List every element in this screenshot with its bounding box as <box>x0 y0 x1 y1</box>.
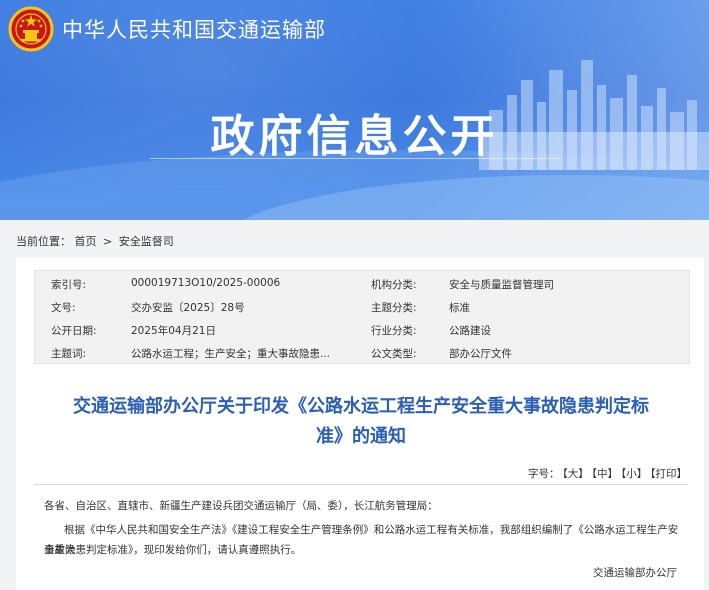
meta-value-keywords: 公路水运工程；生产安全；重大事故隐患... <box>131 348 331 360</box>
breadcrumb-current-link[interactable]: 安全监督司 <box>119 235 174 248</box>
national-emblem-icon <box>8 6 54 52</box>
meta-value-doc-type: 部办公厅文件 <box>449 348 512 360</box>
document-signature: 交通运输部办公厅 <box>593 567 677 579</box>
meta-value-publish-date: 2025年04月21日 <box>131 325 216 337</box>
breadcrumb-prefix: 当前位置： <box>16 235 71 248</box>
title-underline <box>150 158 560 159</box>
meta-value-doc-number: 交办安监〔2025〕28号 <box>131 302 245 314</box>
document-title-line-2: 准》的通知 <box>316 426 406 447</box>
document-addressee: 各省、自治区、直辖市、新疆生产建设兵团交通运输厅（局、委），长江航务管理局： <box>44 500 438 512</box>
meta-label-topic: 主题分类: <box>371 302 417 314</box>
metadata-table: 索引号: 000019713O10/2025-00006 机构分类: 安全与质量… <box>34 270 690 364</box>
header-banner: 中华人民共和国交通运输部 政府信息公开 <box>0 0 709 220</box>
ministry-name[interactable]: 中华人民共和国交通运输部 <box>62 14 326 44</box>
font-small-button[interactable]: 【小】 <box>621 468 647 480</box>
meta-value-topic: 标准 <box>449 302 470 314</box>
breadcrumb-home-link[interactable]: 首页 <box>75 235 97 248</box>
document-title: 交通运输部办公厅关于印发《公路水运工程生产安全重大事故隐患判定标 准》的通知 <box>34 392 688 452</box>
meta-label-publish-date: 公开日期: <box>51 325 97 337</box>
document-title-line-1: 交通运输部办公厅关于印发《公路水运工程生产安全重大事故隐患判定标 <box>73 396 649 417</box>
meta-label-index: 索引号: <box>51 279 87 291</box>
page-title: 政府信息公开 <box>210 111 499 162</box>
meta-label-doc-number: 文号: <box>51 302 76 314</box>
meta-label-industry: 行业分类: <box>371 325 417 337</box>
font-large-button[interactable]: 【大】 <box>563 468 589 480</box>
meta-label-doc-type: 公文类型: <box>371 348 417 360</box>
meta-label-keywords: 主题词: <box>51 348 87 360</box>
meta-label-agency: 机构分类: <box>371 279 417 291</box>
font-medium-button[interactable]: 【中】 <box>592 468 618 480</box>
font-size-label: 字号： <box>528 468 560 480</box>
meta-value-industry: 公路建设 <box>449 325 491 337</box>
print-button[interactable]: 【打印】 <box>650 468 687 480</box>
font-size-toolbar: 字号： 【大】 【中】 【小】 【打印】 <box>525 466 687 481</box>
breadcrumb: 当前位置： 首页 > 安全监督司 <box>16 233 174 249</box>
content-divider <box>34 484 688 485</box>
meta-value-agency: 安全与质量监督管理司 <box>449 279 554 291</box>
breadcrumb-separator: > <box>103 235 113 248</box>
document-paragraph-line-2: 事故隐患判定标准》，现印发给你们，请认真遵照执行。 <box>44 544 302 556</box>
meta-value-index: 000019713O10/2025-00006 <box>131 277 281 289</box>
